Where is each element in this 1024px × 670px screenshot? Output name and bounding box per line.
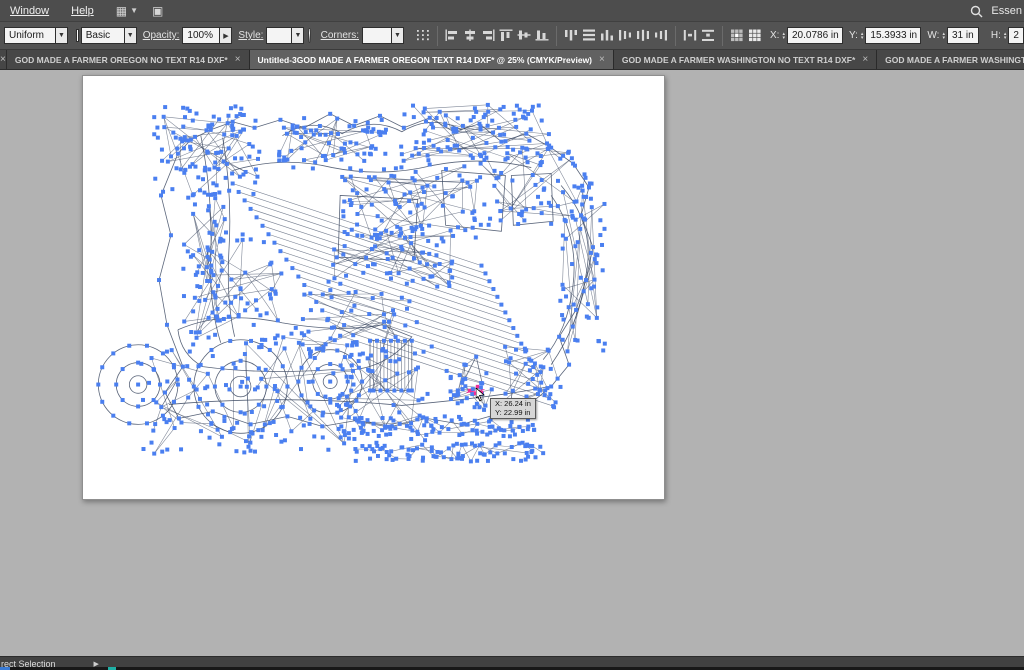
h-stepper[interactable]: ▴▾ — [1004, 32, 1007, 40]
x-label: X: — [770, 30, 779, 41]
tab-title: GOD MADE A FARMER WASHINGTON NO TEXT R14… — [622, 55, 855, 65]
y-label: Y: — [849, 30, 858, 41]
graphic-style-value — [266, 27, 292, 44]
brush-definition-value: Basic — [81, 27, 125, 44]
tab-close-icon[interactable]: × — [235, 54, 241, 65]
separator — [675, 26, 676, 46]
distribute-horizontal-center-icon[interactable] — [634, 26, 652, 46]
transform-mode-select[interactable]: Uniform ▼ — [4, 27, 68, 44]
align-top-icon[interactable] — [497, 26, 515, 46]
document-tab[interactable]: GOD MADE A FARMER WASHINGTON — [877, 50, 1024, 69]
measurement-tooltip: X: 26.24 in Y: 22.99 in — [490, 398, 536, 419]
recolor-artwork-icon[interactable] — [308, 28, 310, 43]
chevron-down-icon: ▼ — [392, 27, 404, 44]
tab-title: GOD MADE A FARMER WASHINGTON — [885, 55, 1024, 65]
tab-close-icon[interactable]: × — [862, 54, 868, 65]
horizontal-spacing-icon[interactable] — [681, 26, 699, 46]
distribute-left-icon[interactable] — [616, 26, 634, 46]
brush-definition-select[interactable]: Basic ▼ — [81, 27, 137, 44]
separator — [556, 26, 557, 46]
w-field[interactable]: 31 in — [947, 27, 979, 44]
artboard[interactable] — [82, 75, 665, 500]
tabs-container: GOD MADE A FARMER OREGON NO TEXT R14 DXF… — [7, 50, 1024, 69]
align-vertical-center-icon[interactable] — [515, 26, 533, 46]
graphic-style-select[interactable]: ▼ — [266, 27, 304, 44]
x-field[interactable]: 20.0786 in — [787, 27, 843, 44]
search-icon[interactable] — [970, 5, 983, 18]
y-stepper[interactable]: ▴▾ — [861, 32, 864, 40]
illustrator-window: Window Help ▦▼ ▣ Essen Uniform ▼ Basic ▼… — [0, 0, 1024, 670]
tooltip-y: Y: 22.99 in — [495, 409, 531, 418]
chevron-down-icon: ▼ — [292, 27, 304, 44]
stroke-weight-preview[interactable] — [76, 29, 79, 42]
control-bar: Uniform ▼ Basic ▼ Opacity: 100% ▶ Style:… — [0, 22, 1024, 50]
document-tab-bar: × GOD MADE A FARMER OREGON NO TEXT R14 D… — [0, 50, 1024, 70]
canvas-area[interactable]: X: 26.24 in Y: 22.99 in — [0, 70, 1024, 656]
menu-bar: Window Help ▦▼ ▣ Essen — [0, 0, 1024, 22]
distribute-right-icon[interactable] — [652, 26, 670, 46]
menu-bar-right: Essen — [970, 0, 1022, 22]
h-label: H: — [991, 30, 1001, 41]
menu-window[interactable]: Window — [10, 5, 49, 17]
corners-label[interactable]: Corners: — [321, 30, 359, 41]
distribute-top-icon[interactable] — [562, 26, 580, 46]
align-right-icon[interactable] — [479, 26, 497, 46]
chevron-right-icon: ▶ — [220, 27, 232, 44]
document-layout-icon[interactable]: ▣ — [152, 4, 163, 18]
align-distribute-icons — [414, 26, 764, 46]
document-tab[interactable]: Untitled-3GOD MADE A FARMER OREGON TEXT … — [250, 50, 614, 69]
chevron-down-icon: ▼ — [56, 27, 68, 44]
distribute-bottom-icon[interactable] — [598, 26, 616, 46]
status-bar: rect Selection ▶ — [0, 656, 1024, 670]
tab-close-icon[interactable]: × — [0, 50, 7, 69]
opacity-select[interactable]: 100% ▶ — [182, 27, 232, 44]
transform-mode-value: Uniform — [4, 27, 56, 44]
chevron-down-icon: ▼ — [130, 6, 138, 15]
vertical-spacing-icon[interactable] — [699, 26, 717, 46]
tab-close-icon[interactable]: × — [599, 54, 605, 65]
corners-value — [362, 27, 392, 44]
arrange-documents-icon[interactable]: ▦▼ — [116, 4, 138, 18]
tab-title: Untitled-3GOD MADE A FARMER OREGON TEXT … — [258, 55, 592, 65]
h-field[interactable]: 2 — [1008, 27, 1024, 44]
grid-dots-icon[interactable] — [414, 26, 432, 46]
opacity-label[interactable]: Opacity: — [143, 30, 180, 41]
separator — [722, 26, 723, 46]
style-label[interactable]: Style: — [238, 30, 263, 41]
align-left-icon[interactable] — [443, 26, 461, 46]
workspace-switcher[interactable]: Essen — [991, 5, 1022, 17]
w-label: W: — [927, 30, 939, 41]
document-tab[interactable]: GOD MADE A FARMER OREGON NO TEXT R14 DXF… — [7, 50, 250, 69]
menu-help[interactable]: Help — [71, 5, 94, 17]
opacity-value: 100% — [182, 27, 220, 44]
document-tab[interactable]: GOD MADE A FARMER WASHINGTON NO TEXT R14… — [614, 50, 877, 69]
corners-select[interactable]: ▼ — [362, 27, 404, 44]
distribute-vertical-center-icon[interactable] — [580, 26, 598, 46]
transform-grid-icon[interactable] — [746, 26, 764, 46]
align-bottom-icon[interactable] — [533, 26, 551, 46]
reference-point-grid-icon[interactable] — [728, 26, 746, 46]
align-horizontal-center-icon[interactable] — [461, 26, 479, 46]
separator — [437, 26, 438, 46]
tab-title: GOD MADE A FARMER OREGON NO TEXT R14 DXF… — [15, 55, 228, 65]
chevron-down-icon: ▼ — [125, 27, 137, 44]
y-field[interactable]: 15.3933 in — [865, 27, 921, 44]
x-stepper[interactable]: ▴▾ — [782, 32, 785, 40]
w-stepper[interactable]: ▴▾ — [942, 32, 945, 40]
artwork-canvas[interactable] — [83, 76, 664, 499]
direct-selection-cursor-icon — [476, 388, 486, 402]
